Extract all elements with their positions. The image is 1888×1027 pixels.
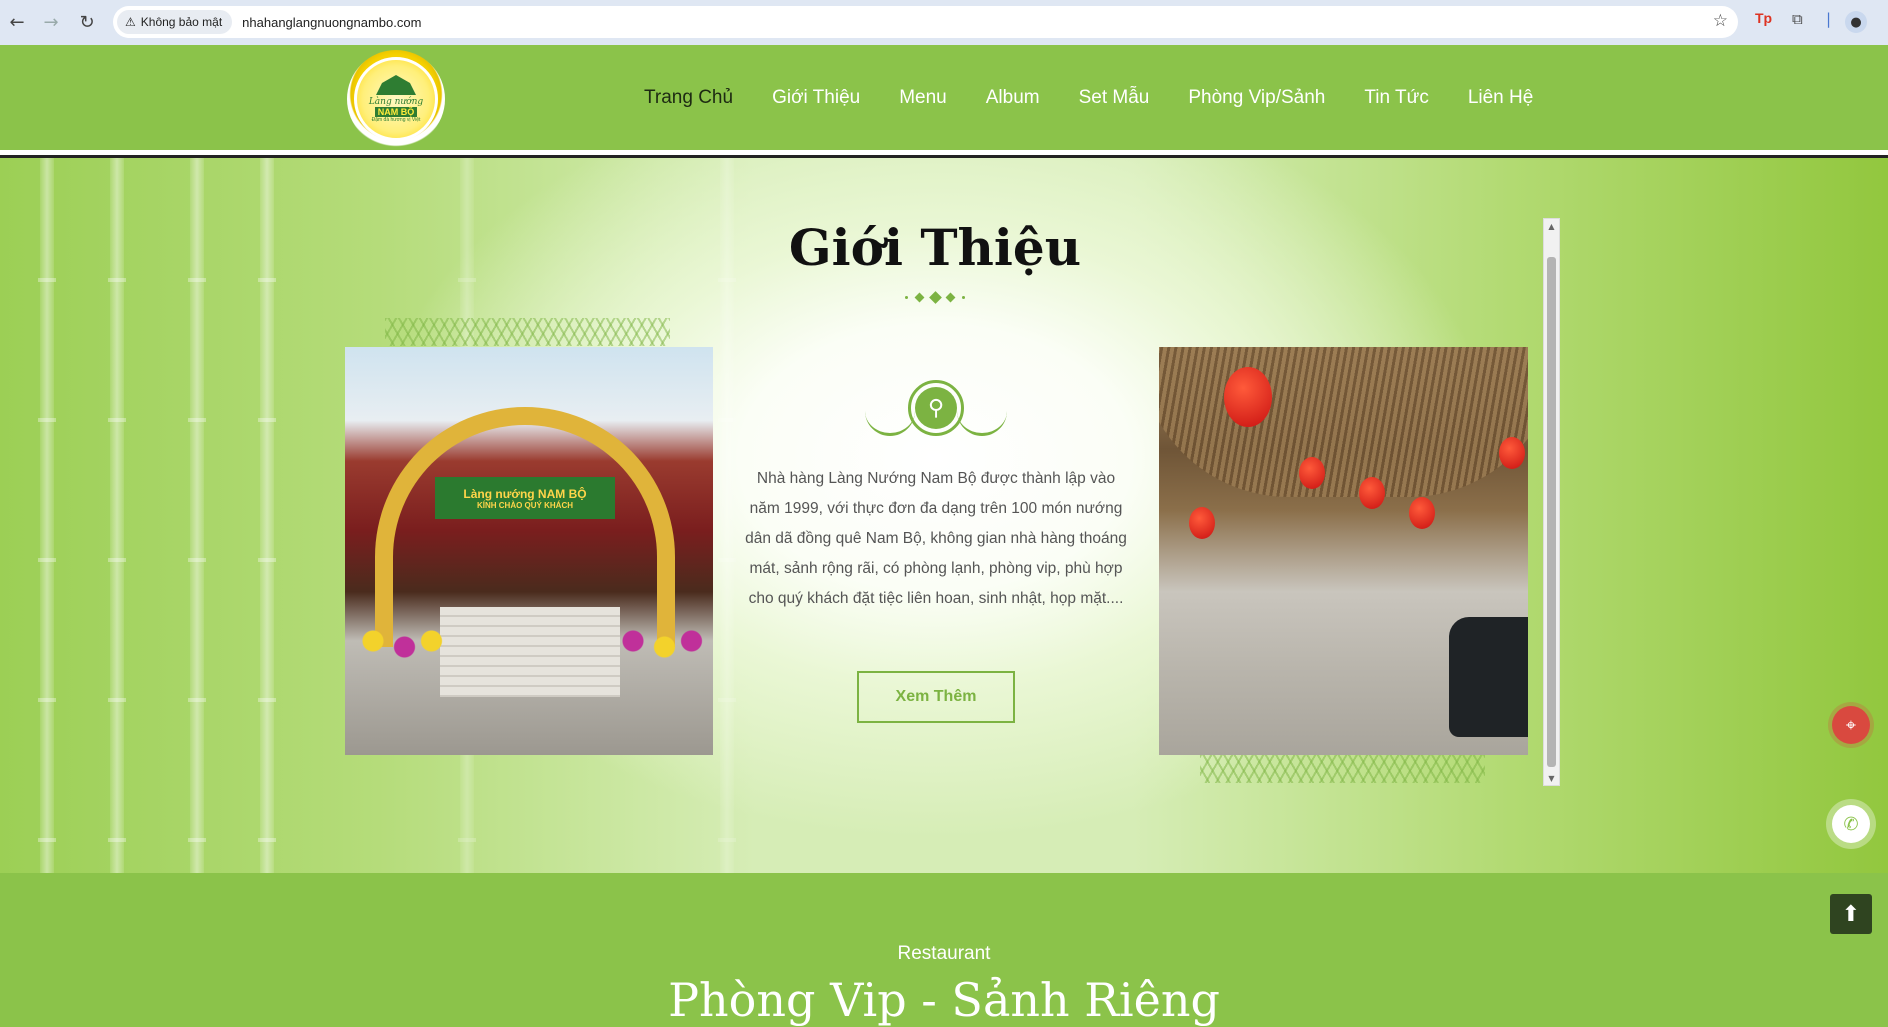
browser-toolbar: ← → ↻ ⚠ Không bảo mật nhahanglangnuongna… (0, 0, 1888, 45)
photo-sign-line2: KÍNH CHÀO QUÝ KHÁCH (477, 500, 573, 510)
intro-text: Nhà hàng Làng Nướng Nam Bộ được thành lậ… (745, 470, 1127, 607)
emblem-circle: ⚲ (908, 380, 964, 436)
pattern-decoration-bottom (1200, 755, 1485, 783)
restaurant-entrance-photo: Làng nướng NAM BỘ KÍNH CHÀO QUÝ KHÁCH (345, 347, 713, 755)
phone-icon[interactable]: ✆ (1832, 805, 1870, 843)
vip-section-subtitle: Restaurant (897, 943, 991, 964)
photo-lantern (1224, 367, 1272, 427)
read-more-button[interactable]: Xem Thêm (857, 671, 1015, 723)
arrow-up-icon: ⬆ (1841, 901, 1861, 927)
fork-spoon-icon: ⚲ (915, 387, 957, 429)
site-header: Làng nướng NAM BỘ Đậm đà hương vị Việt T… (0, 45, 1888, 150)
menu-item-album[interactable]: Album (986, 87, 1040, 109)
photo-sign-line1: Làng nướng NAM BỘ (463, 486, 587, 501)
restaurant-emblem: ⚲ (865, 380, 1007, 446)
restaurant-courtyard-photo (1159, 347, 1528, 755)
menu-item-vip-rooms[interactable]: Phòng Vip/Sảnh (1188, 87, 1325, 109)
menu-item-news[interactable]: Tin Tức (1364, 87, 1428, 109)
logo-line1: Làng nướng (368, 97, 424, 107)
vip-section-title: Phòng Vip - Sảnh Riêng (668, 973, 1220, 1027)
divider-diamond (928, 290, 942, 304)
menu-item-set[interactable]: Set Mẫu (1079, 87, 1150, 109)
security-chip[interactable]: ⚠ Không bảo mật (117, 10, 233, 34)
inner-scrollbar[interactable]: ▲ ▼ (1543, 218, 1560, 786)
security-label: Không bảo mật (140, 15, 223, 29)
photo-flowers (615, 617, 705, 677)
scrollbar-thumb[interactable] (1547, 257, 1556, 767)
intro-section: Giới Thiệu Làng nướng NAM BỘ KÍNH CHÀO Q… (0, 158, 1888, 873)
main-menu: Trang Chủ Giới Thiệu Menu Album Set Mẫu … (644, 87, 1572, 109)
toolbar-divider: | (1826, 10, 1832, 28)
bookmark-star-icon[interactable]: ☆ (1713, 11, 1728, 31)
photo-stairs (440, 607, 620, 697)
scroll-up-icon[interactable]: ▲ (1544, 219, 1559, 233)
url-text[interactable]: nhahanglangnuongnambo.com (242, 15, 421, 30)
photo-canopy (1159, 347, 1528, 497)
photo-flowers (355, 617, 445, 677)
vip-section: Restaurant Phòng Vip - Sảnh Riêng (0, 873, 1888, 1027)
photo-sign: Làng nướng NAM BỘ KÍNH CHÀO QUÝ KHÁCH (435, 477, 615, 519)
menu-item-home[interactable]: Trang Chủ (644, 87, 733, 109)
back-to-top-button[interactable]: ⬆ (1830, 894, 1872, 934)
photo-lantern (1499, 437, 1525, 469)
profile-avatar-icon[interactable]: ● (1845, 11, 1867, 33)
photo-lantern (1299, 457, 1325, 489)
logo-house-icon (376, 75, 416, 95)
header-divider (0, 150, 1888, 158)
divider-diamond (945, 292, 956, 302)
map-pin-icon[interactable]: ⌖ (1832, 706, 1870, 744)
menu-item-about[interactable]: Giới Thiệu (772, 87, 860, 109)
scroll-down-icon[interactable]: ▼ (1544, 771, 1559, 785)
logo-line3: Đậm đà hương vị Việt (371, 117, 421, 123)
site-logo[interactable]: Làng nướng NAM BỘ Đậm đà hương vị Việt (347, 50, 445, 148)
menu-item-menu[interactable]: Menu (899, 87, 947, 109)
divider-dot (905, 295, 908, 299)
photo-lantern (1359, 477, 1385, 509)
extensions-puzzle-icon[interactable]: ⧉ (1792, 10, 1803, 28)
photo-car (1449, 617, 1528, 737)
divider-dot (962, 295, 965, 299)
pattern-decoration-top (385, 318, 670, 346)
logo-badge: Làng nướng NAM BỘ Đậm đà hương vị Việt (354, 57, 438, 141)
forward-icon[interactable]: → (38, 9, 64, 35)
warning-icon: ⚠ (125, 15, 136, 29)
section-title: Giới Thiệu (788, 218, 1082, 277)
reload-icon[interactable]: ↻ (74, 9, 100, 35)
back-icon[interactable]: ← (4, 9, 30, 35)
extension-tp-icon[interactable]: Tp (1755, 10, 1772, 26)
menu-item-contact[interactable]: Liên Hệ (1468, 87, 1534, 109)
photo-lantern (1189, 507, 1215, 539)
address-bar[interactable]: ⚠ Không bảo mật nhahanglangnuongnambo.co… (113, 6, 1738, 38)
title-divider (905, 290, 965, 304)
divider-diamond (914, 292, 925, 302)
logo-line2: NAM BỘ (374, 107, 418, 117)
emblem-wing (957, 406, 1007, 436)
photo-lantern (1409, 497, 1435, 529)
